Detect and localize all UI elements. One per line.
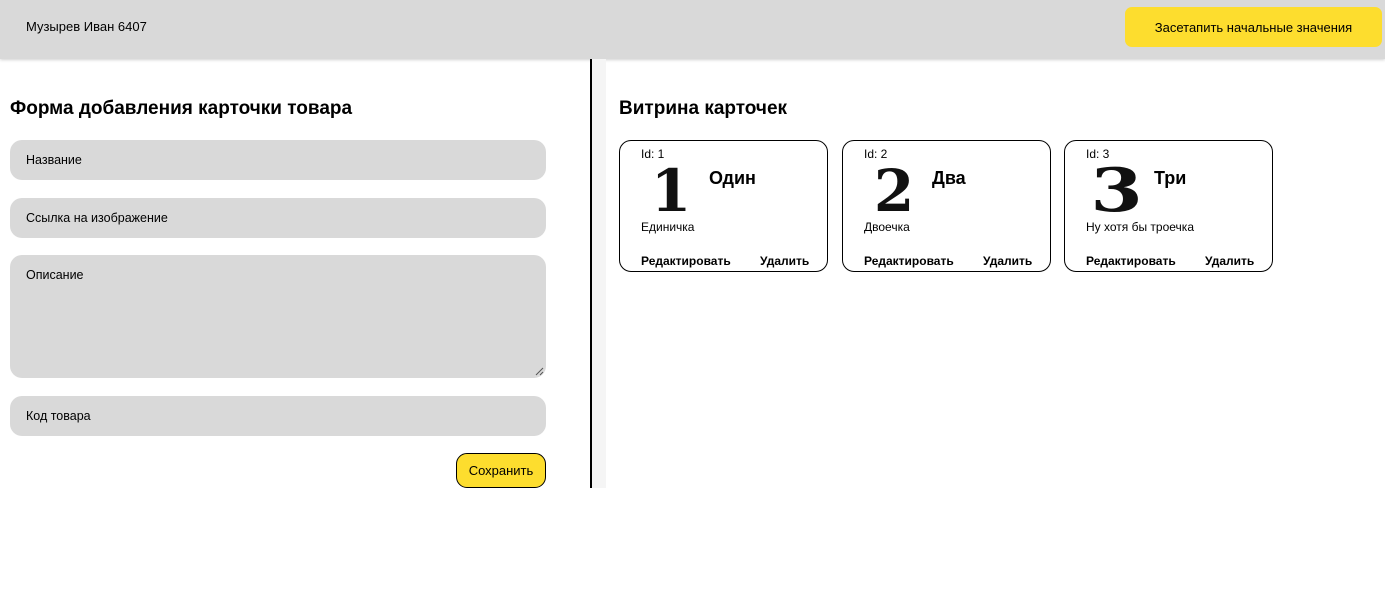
- product-code-input-placeholder: Код товара: [26, 409, 91, 423]
- card-image: 2: [873, 157, 915, 225]
- product-card: Id: 2 2 Два Двоечка Редактировать Удалит…: [842, 140, 1051, 272]
- card-name: Два: [932, 168, 966, 188]
- panel-divider-shadow: [592, 59, 606, 488]
- edit-card-button[interactable]: Редактировать: [864, 254, 954, 268]
- form-title: Форма добавления карточки товара: [10, 98, 353, 119]
- product-code-input[interactable]: Код товара: [10, 396, 546, 436]
- product-card: Id: 1 1 Один Единичка Редактировать Удал…: [619, 140, 828, 272]
- name-input[interactable]: Название: [10, 140, 546, 180]
- delete-card-button[interactable]: Удалить: [1205, 254, 1254, 268]
- header-bar: Музырев Иван 6407 Засетапить начальные з…: [0, 0, 1385, 59]
- edit-card-button[interactable]: Редактировать: [1086, 254, 1176, 268]
- description-textarea-placeholder: Описание: [26, 268, 84, 282]
- edit-card-button[interactable]: Редактировать: [641, 254, 731, 268]
- card-name: Три: [1154, 168, 1187, 188]
- image-url-input[interactable]: Ссылка на изображение: [10, 198, 546, 238]
- author-label: Музырев Иван 6407: [26, 19, 147, 34]
- description-textarea[interactable]: Описание: [10, 255, 546, 378]
- resize-handle-icon[interactable]: [535, 367, 544, 376]
- image-url-input-placeholder: Ссылка на изображение: [26, 211, 168, 225]
- card-description: Ну хотя бы троечка: [1086, 220, 1194, 234]
- card-description: Двоечка: [864, 220, 910, 234]
- delete-card-button[interactable]: Удалить: [983, 254, 1032, 268]
- save-button[interactable]: Сохранить: [456, 453, 546, 488]
- delete-card-button[interactable]: Удалить: [760, 254, 809, 268]
- card-description: Единичка: [641, 220, 695, 234]
- product-card: Id: 3 3 Три Ну хотя бы троечка Редактиро…: [1064, 140, 1273, 272]
- reset-initial-values-button[interactable]: Засетапить начальные значения: [1125, 7, 1382, 47]
- card-image: 1: [650, 157, 692, 225]
- card-image: 3: [1090, 156, 1143, 226]
- name-input-placeholder: Название: [26, 153, 82, 167]
- card-name: Один: [709, 168, 756, 188]
- showcase-title: Витрина карточек: [619, 98, 788, 119]
